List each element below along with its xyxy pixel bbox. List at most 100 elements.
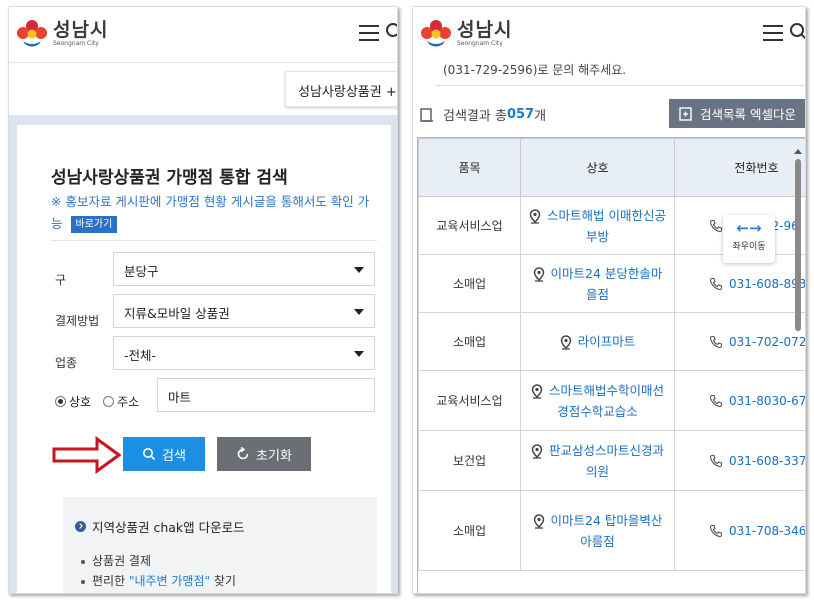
chevron-down-icon: [354, 351, 364, 357]
hamburger-menu-icon[interactable]: [763, 25, 783, 41]
cell-store-name[interactable]: 스마트해법수학이매선경점수학교습소: [520, 370, 675, 431]
radio-name-label[interactable]: 상호: [69, 393, 91, 410]
seongnam-emblem-icon: [421, 20, 451, 47]
results-table-container[interactable]: 품목 상호 전화번호 교육서비스업스마트해법 이매한신공부방031-702-96…: [417, 137, 806, 593]
radio-address-label[interactable]: 주소: [117, 393, 139, 410]
search-icon[interactable]: [789, 22, 806, 42]
phone-number-text: 031-608-337: [729, 453, 806, 468]
vertical-scrollbar[interactable]: [795, 159, 801, 331]
app-feature-list: 상품권 결제 편리한 "내주변 가맹점" 찾기: [81, 551, 236, 591]
gu-label: 구: [55, 273, 67, 287]
store-name-text: 이마트24 분당한솔마을점: [550, 265, 663, 302]
column-header-name: 상호: [520, 138, 675, 197]
reset-button[interactable]: 초기화: [217, 437, 311, 471]
results-table: 품목 상호 전화번호 교육서비스업스마트해법 이매한신공부방031-702-96…: [418, 138, 806, 571]
scroll-up-arrow-icon[interactable]: [794, 149, 802, 154]
cell-phone[interactable]: 031-702-072: [674, 312, 805, 371]
result-suffix: 개: [534, 109, 547, 124]
phone-icon: [709, 454, 723, 467]
cell-phone[interactable]: 031-8030-67: [674, 370, 806, 431]
store-name-text: 이마트24 탑마을벽산아름점: [550, 512, 663, 549]
seongnam-logo[interactable]: 성남시 Seongnam City: [419, 17, 512, 49]
phone-icon: [709, 335, 723, 348]
keyword-input[interactable]: 마트: [157, 378, 375, 412]
cell-category: 교육서비스업: [418, 196, 521, 255]
table-row: 교육서비스업 스마트해법수학이매선경점수학교습소 031-8030-67: [418, 370, 806, 431]
list-item: 상품권 결제: [81, 551, 236, 571]
category-select[interactable]: -전체-: [113, 336, 375, 370]
cell-phone[interactable]: 031-708-346: [674, 490, 805, 571]
store-name-text: 스마트해법 이매한신공부방: [547, 207, 666, 244]
chevron-right-circle-icon: [75, 521, 86, 532]
search-icon[interactable]: [385, 22, 398, 42]
seongnam-logo[interactable]: 성남시 Seongnam City: [15, 17, 108, 49]
map-pin-icon: [560, 335, 571, 350]
table-row: 소매업 이마트24 탑마을벽산아름점 031-708-346: [418, 490, 805, 571]
table-row: 소매업 이마트24 분당한솔마을점 031-608-893: [418, 254, 805, 313]
cell-phone[interactable]: 031-608-893: [674, 254, 805, 313]
cell-store-name[interactable]: 이마트24 분당한솔마을점: [520, 254, 675, 313]
voucher-menu-button[interactable]: 성남사랑상품권 +: [285, 71, 397, 107]
swipe-hint-label: 좌우이동: [732, 242, 766, 252]
app-download-title[interactable]: 지역상품권 chak앱 다운로드: [75, 517, 245, 536]
divider: [435, 85, 805, 86]
result-number: 057: [506, 107, 535, 122]
search-button[interactable]: 검색: [123, 437, 205, 471]
excel-download-label: 검색목록 엑셀다운: [700, 107, 796, 122]
cell-store-name[interactable]: 판교삼성스마트신경과의원: [520, 430, 675, 491]
map-pin-icon: [533, 266, 544, 282]
app-feature-1: 상품권 결제: [92, 554, 152, 568]
phone-icon: [709, 219, 723, 232]
list-item: 편리한 "내주변 가맹점" 찾기: [81, 571, 236, 591]
app-feature-2-highlight: "내주변 가맹점": [128, 574, 211, 588]
notice-text: ※ 홍보자료 게시판에 가맹점 현황 게시글을 통해서도 확인 가능 바로가기: [51, 191, 371, 235]
goto-button[interactable]: 바로가기: [70, 216, 118, 233]
swipe-hint-badge: ←→ 좌우이동: [723, 215, 775, 263]
cell-store-name[interactable]: 스마트해법 이매한신공부방: [520, 196, 675, 255]
result-count: 검색결과 총 057 개: [419, 105, 546, 124]
result-prefix: 검색결과 총: [443, 109, 507, 124]
contact-notice: (031-729-2596)로 문의 해주세요.: [443, 63, 627, 77]
map-pin-icon: [531, 443, 543, 459]
refresh-icon: [237, 447, 249, 460]
content-area: 성남사랑상품권 가맹점 통합 검색 ※ 홍보자료 게시판에 가맹점 현황 게시글…: [9, 115, 397, 593]
chevron-down-icon: [354, 267, 364, 273]
cell-phone[interactable]: 031-608-337: [674, 430, 806, 491]
divider: [51, 240, 377, 241]
cell-category: 보건업: [418, 430, 521, 491]
category-label: 업종: [55, 356, 78, 370]
hamburger-menu-icon[interactable]: [359, 25, 379, 41]
payment-select[interactable]: 지류&모바일 상품권: [113, 294, 375, 328]
right-screen: 성남시 Seongnam City (031-729-2596)로 문의 해주세…: [412, 6, 806, 594]
map-pin-icon: [529, 208, 541, 224]
payment-value: 지류&모바일 상품권: [124, 306, 230, 321]
search-button-label: 검색: [162, 448, 186, 464]
table-header-row: 품목 상호 전화번호: [418, 138, 805, 197]
phone-icon: [709, 524, 723, 537]
cell-store-name[interactable]: 이마트24 탑마을벽산아름점: [520, 490, 675, 571]
cell-category: 소매업: [418, 490, 521, 571]
table-row: 소매업 라이프마트 031-702-072: [418, 312, 805, 371]
store-name-text: 스마트해법수학이매선경점수학교습소: [548, 382, 664, 419]
seongnam-emblem-icon: [17, 20, 47, 47]
page-title: 성남사랑상품권 가맹점 통합 검색: [51, 168, 288, 188]
app-feature-2-suffix: 찾기: [210, 574, 236, 588]
gu-select[interactable]: 분당구: [113, 252, 375, 286]
phone-number-text: 031-8030-67: [729, 393, 806, 408]
cell-store-name[interactable]: 라이프마트: [520, 312, 675, 371]
map-pin-icon: [533, 513, 544, 529]
cell-category: 소매업: [418, 312, 521, 371]
app-title-text: 지역상품권 chak앱 다운로드: [92, 520, 245, 535]
column-header-phone: 전화번호: [674, 138, 805, 197]
radio-name[interactable]: [55, 396, 66, 407]
search-icon: [143, 448, 156, 461]
store-name-text: 라이프마트: [577, 334, 636, 349]
app-feature-2-prefix: 편리한: [92, 574, 129, 588]
radio-address[interactable]: [103, 396, 115, 407]
left-screen: 성남시 Seongnam City 성남사랑상품권 + 성남사랑상품권 가맹점 …: [8, 6, 398, 594]
excel-download-button[interactable]: 검색목록 엑셀다운: [669, 99, 805, 128]
logo-name: 성남시: [53, 18, 109, 41]
logo-english: Seongnam City: [457, 39, 503, 47]
payment-label: 결제방법: [55, 314, 100, 328]
logo-name: 성남시: [457, 18, 513, 41]
